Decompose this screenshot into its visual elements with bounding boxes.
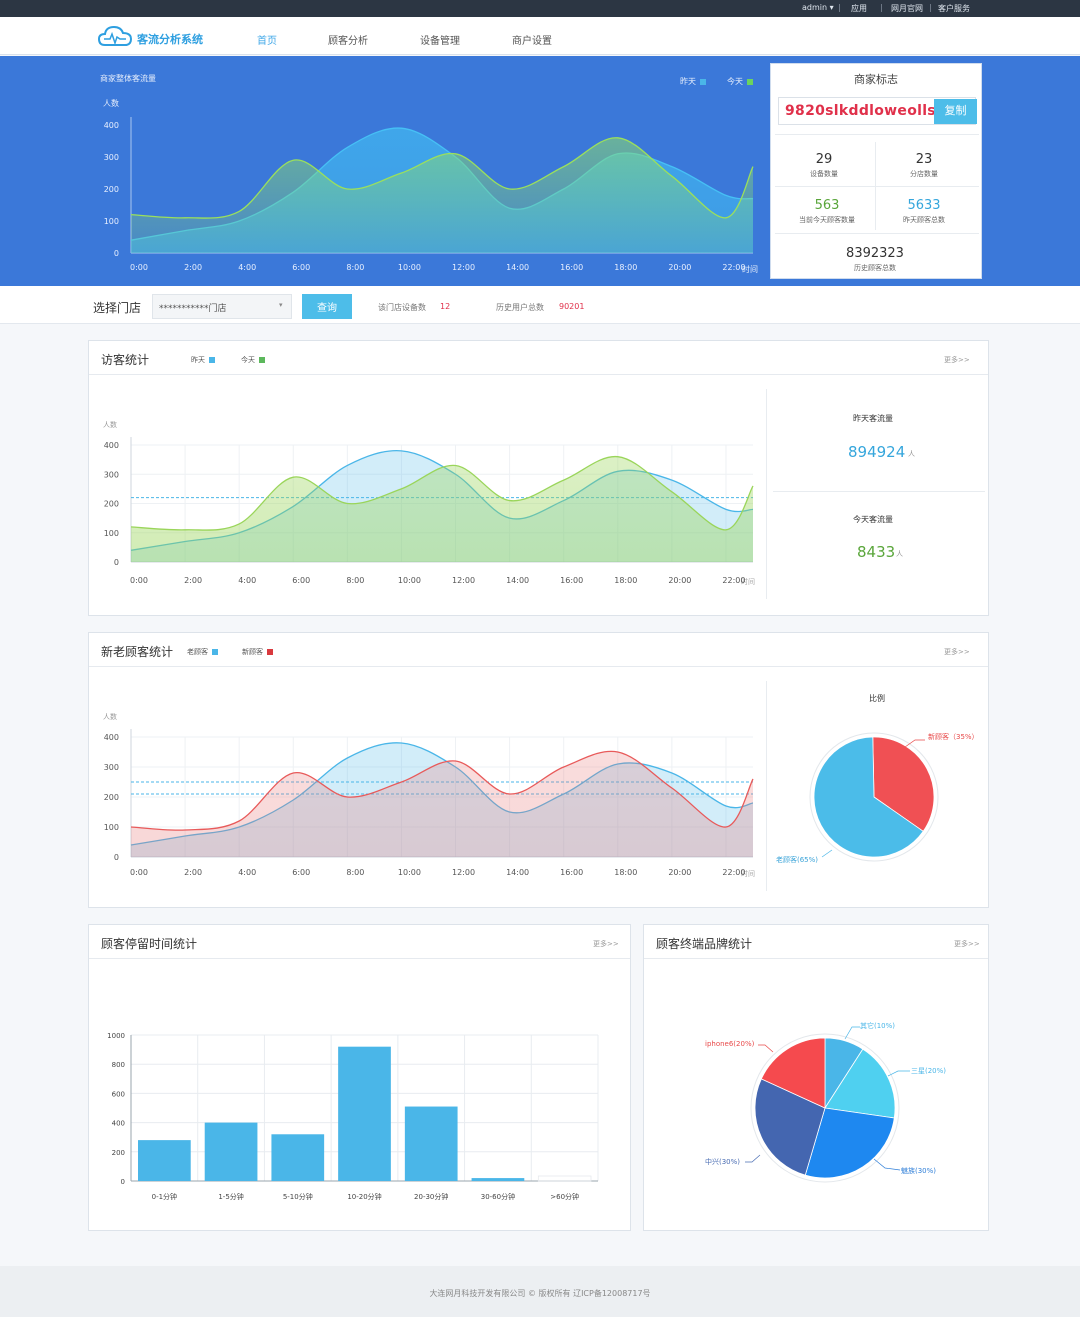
visitor-panel-title: 访客统计 <box>101 353 150 367</box>
yesterday-flow-label: 昨天客流量 <box>853 414 893 423</box>
history-users-label: 历史用户总数 <box>496 303 544 312</box>
pie-label-old: 老顾客(65%) <box>776 856 819 864</box>
nav-customer-analysis[interactable]: 顾客分析 <box>328 32 368 47</box>
hero-legend-today: 今天 <box>727 76 753 87</box>
store-select-label: 选择门店 <box>93 301 142 315</box>
branch-count-stat: 23 分店数量 <box>910 152 938 178</box>
dwell-time-panel: 顾客停留时间统计 更多>> <box>88 924 631 1231</box>
visitor-more-link[interactable]: 更多>> <box>944 355 970 365</box>
hero-x-axis-label: 时间 <box>742 265 758 274</box>
customer-service-link[interactable]: 客户服务 <box>938 3 970 14</box>
new-old-customers-panel: 新老顾客统计 老顾客 新顾客 更多>> 比例 <box>88 632 989 908</box>
visitor-legend-today: 今天 <box>241 355 265 365</box>
device-count-stat: 29 设备数量 <box>810 152 838 178</box>
new-old-y-axis-label: 人数 <box>103 713 117 721</box>
visitor-y-axis-label: 人数 <box>103 421 117 429</box>
nav-home[interactable]: 首页 <box>257 32 277 47</box>
user-menu[interactable]: admin ▾ <box>802 3 834 12</box>
chevron-down-icon: ▾ <box>279 301 283 309</box>
visitor-stats-panel: 访客统计 昨天 今天 更多>> 昨天客流量 894924 人 今天客流量 843… <box>88 340 989 616</box>
hero-legend-yesterday: 昨天 <box>680 76 706 87</box>
brand-label-samsung: 三星(20%) <box>911 1067 947 1075</box>
visitor-x-axis-label: 时间 <box>741 578 755 586</box>
history-customers-stat: 8392323 历史顾客总数 <box>846 246 904 272</box>
ratio-pie-title: 比例 <box>869 694 885 703</box>
hero-chart-title: 商家整体客流量 <box>100 74 156 83</box>
new-old-x-axis-label: 时间 <box>741 870 755 878</box>
dwell-panel-title: 顾客停留时间统计 <box>101 937 198 951</box>
today-flow-value: 8433 <box>857 543 896 561</box>
brand-label-other: 其它(10%) <box>860 1022 896 1030</box>
logo-text: 客流分析系统 <box>137 33 203 46</box>
today-customers-stat: 563 当前今天顾客数量 <box>799 198 855 224</box>
pie-label-new: 新顾客（35%） <box>928 733 979 741</box>
merchant-card-title: 商家标志 <box>854 73 898 86</box>
visitor-legend-yesterday: 昨天 <box>191 355 215 365</box>
merchant-card: 商家标志 9820slkddloweolls 复制 29 设备数量 23 分店数量 … <box>770 63 982 279</box>
yesterday-flow-value: 894924 <box>848 443 906 461</box>
brand-panel-title: 顾客终端品牌统计 <box>656 937 753 951</box>
dwell-more-link[interactable]: 更多>> <box>593 939 619 949</box>
device-count-value: 12 <box>440 302 451 311</box>
legend-old-customers: 老顾客 <box>187 647 218 657</box>
brand-label-zte: 中兴(30%) <box>705 1158 741 1166</box>
cloud-logo-icon <box>97 25 133 46</box>
nav-device-management[interactable]: 设备管理 <box>420 32 460 47</box>
store-select-dropdown[interactable]: ***********门店 ▾ <box>152 294 292 319</box>
hero-y-axis-label: 人数 <box>103 99 119 108</box>
brand-panel: 顾客终端品牌统计 更多>> <box>643 924 989 1231</box>
top-utility-bar: admin ▾ | 应用 | 网月官网 | 客户服务 <box>0 0 1080 17</box>
brand-label-meizu: 魅族(30%) <box>901 1167 937 1175</box>
history-users-value: 90201 <box>559 302 585 311</box>
legend-new-customers: 新顾客 <box>242 647 273 657</box>
query-button[interactable]: 查询 <box>302 294 352 319</box>
new-old-panel-title: 新老顾客统计 <box>101 645 174 659</box>
brand-label-iphone: iphone6(20%) <box>705 1040 755 1048</box>
footer-copyright: 大连网月科技开发有限公司 © 版权所有 辽ICP备12008717号 <box>429 1289 651 1298</box>
nav-merchant-settings[interactable]: 商户设置 <box>512 32 552 47</box>
yesterday-customers-stat: 5633 昨天顾客总数 <box>903 198 945 224</box>
app-link[interactable]: 应用 <box>851 3 867 14</box>
device-count-label: 该门店设备数 <box>378 303 426 312</box>
new-old-more-link[interactable]: 更多>> <box>944 647 970 657</box>
copy-button[interactable]: 复制 <box>934 99 977 124</box>
today-flow-label: 今天客流量 <box>853 515 893 524</box>
brand-more-link[interactable]: 更多>> <box>954 939 980 949</box>
official-site-link[interactable]: 网月官网 <box>891 3 923 14</box>
